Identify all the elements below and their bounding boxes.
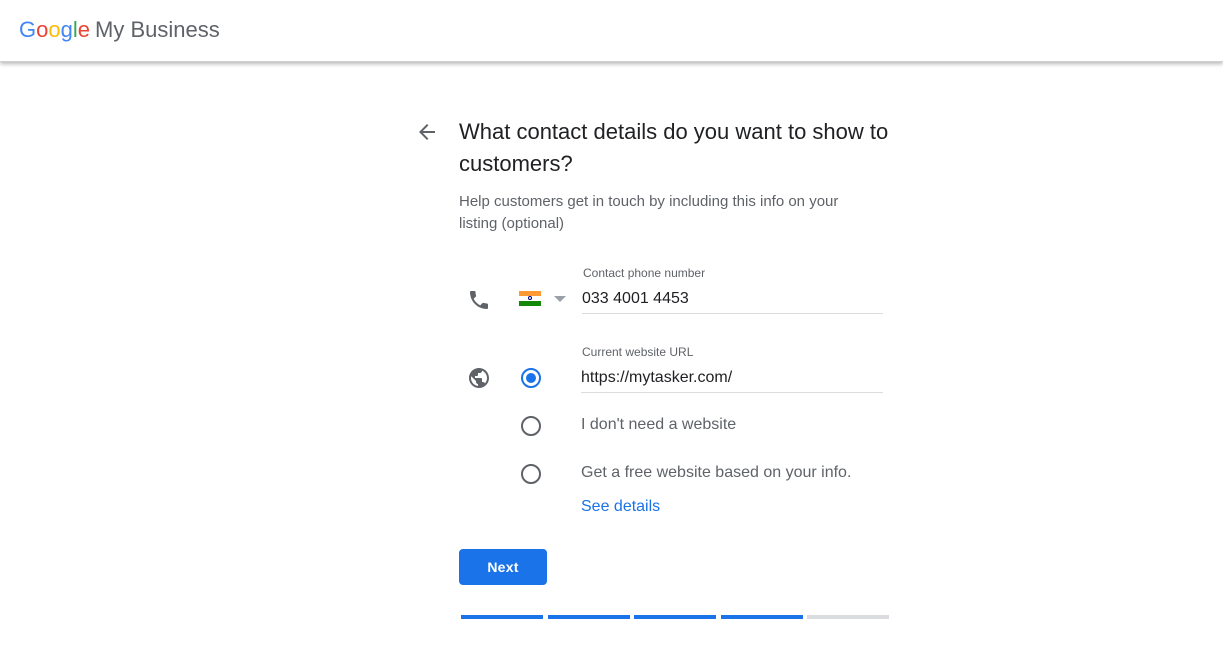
google-my-business-logo[interactable]: Google My Business	[19, 16, 220, 44]
progress-segment	[461, 615, 543, 619]
progress-segment	[721, 615, 803, 619]
logo-letter: g	[60, 17, 73, 42]
radio-free-website[interactable]	[521, 464, 541, 484]
see-details-link[interactable]: See details	[581, 498, 660, 516]
no-website-label[interactable]: I don't need a website	[581, 416, 736, 434]
phone-field-label: Contact phone number	[583, 266, 706, 280]
radio-no-website[interactable]	[521, 416, 541, 436]
logo-letter: G	[19, 17, 37, 42]
phone-icon	[467, 288, 491, 312]
next-button[interactable]: Next	[459, 549, 547, 585]
logo-letter: e	[77, 17, 91, 42]
india-flag-icon[interactable]	[519, 291, 541, 306]
phone-number-input[interactable]	[582, 289, 883, 314]
page-subtitle: Help customers get in touch by including…	[459, 193, 839, 232]
progress-segment	[634, 615, 716, 619]
website-field-label: Current website URL	[582, 345, 694, 359]
country-dropdown-icon[interactable]	[554, 296, 566, 302]
progress-segment	[807, 615, 889, 619]
arrow-back-icon	[419, 124, 435, 140]
progress-bar	[461, 615, 889, 619]
logo-letter: o	[48, 17, 61, 42]
product-name: My Business	[95, 17, 220, 42]
logo-letter: o	[36, 17, 49, 42]
back-arrow-button[interactable]	[415, 120, 439, 144]
radio-current-website[interactable]	[521, 368, 541, 388]
website-url-input[interactable]	[581, 368, 883, 393]
progress-segment	[548, 615, 630, 619]
page-title: What contact details do you want to show…	[459, 119, 889, 176]
free-website-label[interactable]: Get a free website based on your info.	[581, 464, 851, 482]
app-header: Google My Business	[0, 0, 1223, 62]
globe-icon	[467, 366, 491, 390]
